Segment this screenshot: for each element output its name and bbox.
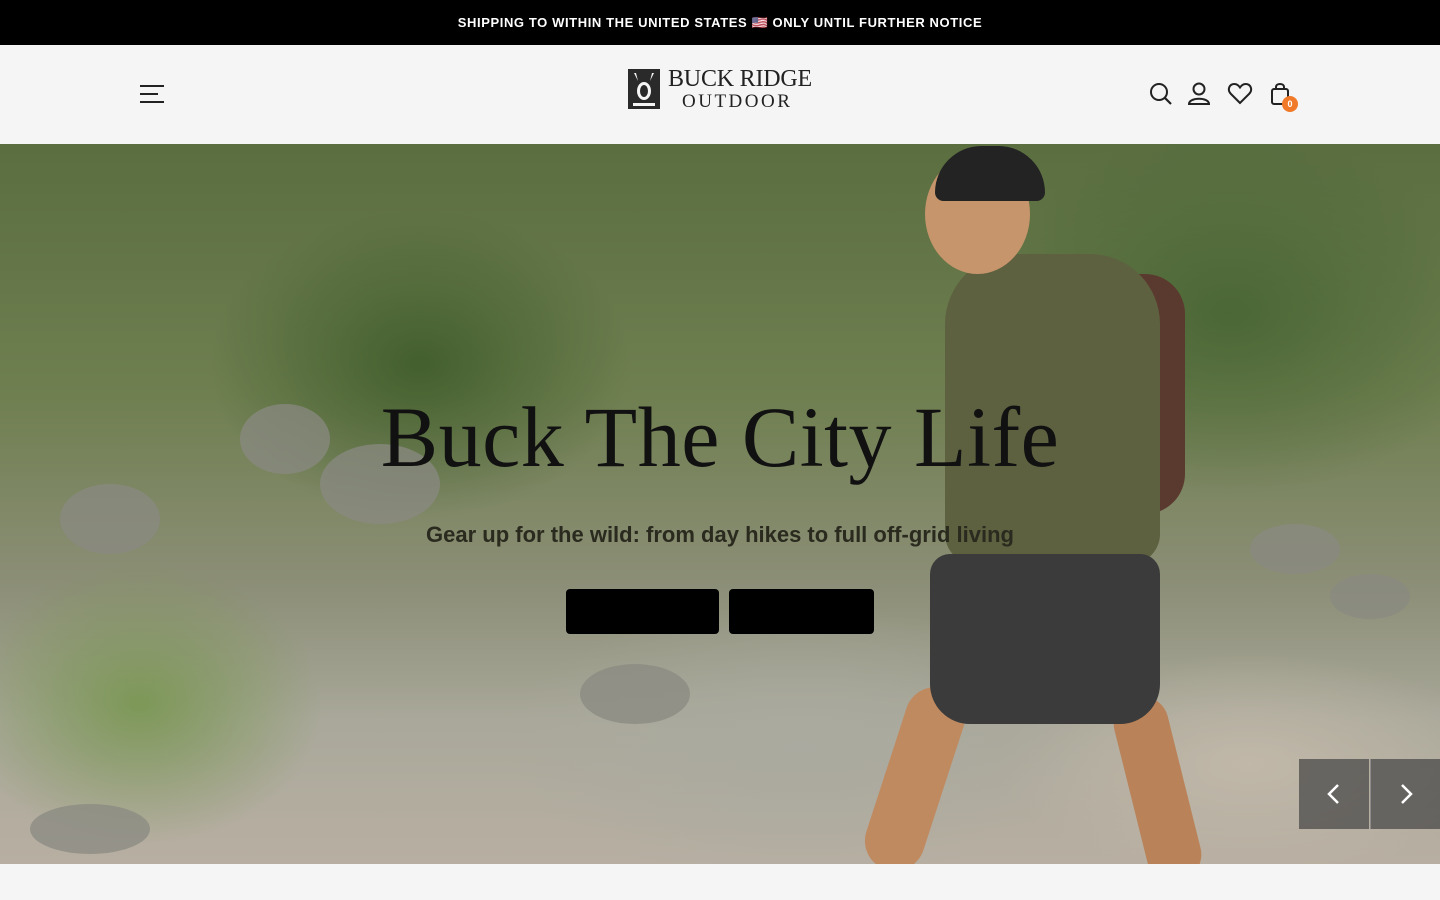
slider-prev-button[interactable] bbox=[1299, 759, 1369, 829]
hero-hiker-shorts bbox=[930, 554, 1160, 724]
hero-banner: Buck The City Life Gear up for the wild:… bbox=[0, 144, 1440, 864]
hero-cta-button-1[interactable] bbox=[566, 589, 719, 634]
cart-count-badge: 0 bbox=[1282, 96, 1298, 112]
hero-title: Buck The City Life bbox=[380, 389, 1060, 485]
deer-logo-icon bbox=[628, 69, 660, 109]
site-logo[interactable]: BUCK RIDGE OUTDOOR bbox=[628, 66, 813, 112]
chevron-right-icon bbox=[1400, 784, 1413, 804]
chevron-left-icon bbox=[1327, 784, 1339, 804]
logo-text-line2: OUTDOOR bbox=[682, 91, 793, 112]
hero-cta-button-2[interactable] bbox=[729, 589, 874, 634]
hero-subtitle: Gear up for the wild: from day hikes to … bbox=[426, 522, 1014, 547]
search-icon[interactable] bbox=[1148, 81, 1174, 107]
hero-bg-rock bbox=[1330, 574, 1410, 619]
logo-text-line1: BUCK RIDGE bbox=[668, 66, 813, 92]
announcement-bar: SHIPPING TO WITHIN THE UNITED STATES 🇺🇸 … bbox=[0, 0, 1440, 45]
account-icon[interactable] bbox=[1186, 81, 1212, 107]
hamburger-menu-icon[interactable] bbox=[136, 79, 168, 109]
wishlist-heart-icon[interactable] bbox=[1227, 81, 1253, 107]
announcement-text: SHIPPING TO WITHIN THE UNITED STATES 🇺🇸 … bbox=[457, 14, 983, 30]
hero-hiker-cap bbox=[935, 146, 1045, 201]
page-content-below-hero bbox=[0, 864, 1440, 900]
slider-next-button[interactable] bbox=[1370, 759, 1440, 829]
site-header: BUCK RIDGE OUTDOOR 0 bbox=[0, 45, 1440, 144]
hero-bg-rock bbox=[30, 804, 150, 854]
hero-bg-rock bbox=[580, 664, 690, 724]
